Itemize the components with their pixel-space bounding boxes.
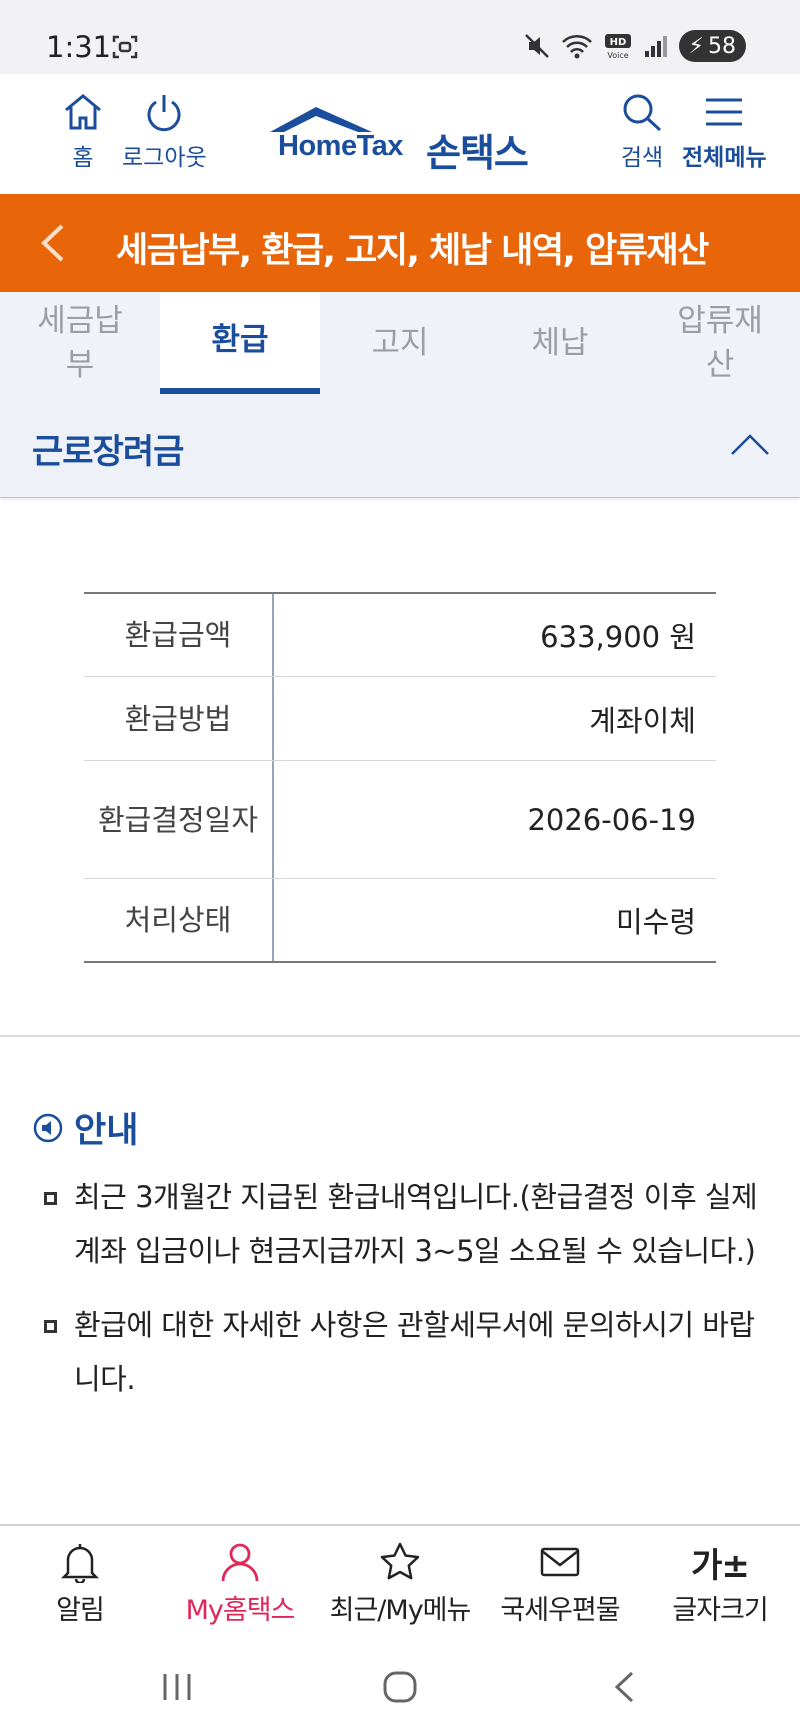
square-bullet-icon [44,1320,57,1333]
page-title: 세금납부, 환급, 고지, 체납 내역, 압류재산 [116,231,709,271]
row-label: 환급금액 [84,594,274,676]
back-button[interactable] [38,222,68,264]
row-value: 2026-06-19 [527,802,696,837]
nav-font-size[interactable]: 가± 글자크기 [640,1526,800,1640]
page-title-bar: 세금납부, 환급, 고지, 체납 내역, 압류재산 [0,194,800,292]
guide-title: 안내 [74,1111,139,1151]
table-row: 처리상태 미수령 [84,879,716,961]
status-bar: 1:31 HD Voice ⚡ 58 [0,0,800,74]
divider [0,1035,800,1037]
row-label: 환급결정일자 [84,761,274,878]
search-label: 검색 [620,145,664,171]
svg-text:HD: HD [609,37,626,48]
speaker-icon [33,1113,63,1142]
back-nav-icon[interactable] [612,1670,636,1704]
tab-arrears[interactable]: 체납 [480,292,640,394]
nav-recent-my-menu[interactable]: 최근/My메뉴 [320,1526,480,1640]
search-button[interactable]: 검색 [620,92,664,172]
guide-header: 안내 [32,1102,138,1153]
home-button[interactable]: 홈 [62,92,104,172]
battery-indicator: ⚡ 58 [678,30,746,62]
tab-notice[interactable]: 고지 [320,292,480,394]
svg-text:Voice: Voice [607,51,628,60]
row-value: 미수령 [615,905,696,939]
power-icon [147,95,181,132]
bottom-nav: 알림 My홈택스 최근/My메뉴 국세우편물 가± 글자크기 [0,1524,800,1640]
system-nav-bar [0,1640,800,1734]
guide-list: 최근 3개월간 지급된 환급내역입니다.(환급결정 이후 실제 계좌 입금이나 … [44,1170,774,1426]
tab-seized-property[interactable]: 압류재산 [640,292,800,394]
guide-text: 최근 3개월간 지급된 환급내역입니다.(환급결정 이후 실제 계좌 입금이나 … [74,1180,758,1268]
hometax-logo[interactable]: HomeTax 손택스 [266,104,546,175]
bell-icon [60,1544,100,1583]
table-row: 환급금액 633,900 원 [84,594,716,677]
battery-level: 58 [708,33,736,59]
logo-text: HomeTax [278,130,403,162]
chevron-up-icon[interactable] [728,428,772,458]
logout-label: 로그아웃 [122,145,207,171]
nav-label: 최근/My메뉴 [329,1595,472,1626]
hd-voice-icon: HD Voice [604,34,631,60]
row-value: 계좌이체 [589,703,696,738]
app-header: 홈 로그아웃 HomeTax 손택스 검색 전체메뉴 [0,74,800,194]
logout-button[interactable]: 로그아웃 [122,92,207,172]
status-time: 1:31 [46,30,112,64]
person-icon [221,1543,259,1582]
hamburger-icon [706,98,743,126]
mute-icon [524,34,549,58]
screenshot-icon [112,35,138,59]
star-icon [380,1542,420,1580]
font-size-icon: 가± [691,1545,750,1586]
full-menu-label: 전체메뉴 [682,145,767,171]
section-title: 근로장려금 [32,432,184,472]
tab-tax-payment[interactable]: 세금납부 [0,292,160,394]
tab-refund[interactable]: 환급 [160,292,320,394]
section-header[interactable]: 근로장려금 [0,394,800,498]
guide-text: 환급에 대한 자세한 사항은 관할세무서에 문의하시기 바랍니다. [74,1308,755,1396]
home-icon [65,94,101,130]
list-item: 최근 3개월간 지급된 환급내역입니다.(환급결정 이후 실제 계좌 입금이나 … [44,1170,774,1278]
home-label: 홈 [72,145,94,171]
square-bullet-icon [44,1192,57,1205]
full-menu-button[interactable]: 전체메뉴 [682,92,767,172]
row-label: 환급방법 [84,677,274,760]
nav-label: My홈택스 [185,1595,296,1626]
wifi-icon [561,35,592,59]
nav-label: 국세우편물 [500,1595,620,1626]
nav-tax-mail[interactable]: 국세우편물 [480,1526,640,1640]
logo-kor: 손택스 [426,131,529,175]
search-icon [623,94,662,132]
recent-apps-icon[interactable] [160,1670,194,1704]
nav-label: 알림 [56,1595,105,1626]
nav-my-hometax[interactable]: My홈택스 [160,1526,320,1640]
status-icons: HD Voice ⚡ 58 [523,30,746,62]
refund-info-table: 환급금액 633,900 원 환급방법 계좌이체 환급결정일자 2026-06-… [84,592,716,963]
mail-icon [540,1547,580,1577]
nav-label: 글자크기 [672,1595,768,1626]
table-row: 환급방법 계좌이체 [84,677,716,761]
battery-charging-icon: ⚡ [688,33,704,59]
nav-alerts[interactable]: 알림 [0,1526,160,1640]
tab-bar: 세금납부 환급 고지 체납 압류재산 [0,292,800,394]
home-nav-icon[interactable] [382,1670,418,1704]
table-row: 환급결정일자 2026-06-19 [84,761,716,879]
list-item: 환급에 대한 자세한 사항은 관할세무서에 문의하시기 바랍니다. [44,1298,774,1406]
row-label: 처리상태 [84,879,274,961]
signal-icon [644,36,667,57]
row-value: 633,900 원 [540,620,696,654]
